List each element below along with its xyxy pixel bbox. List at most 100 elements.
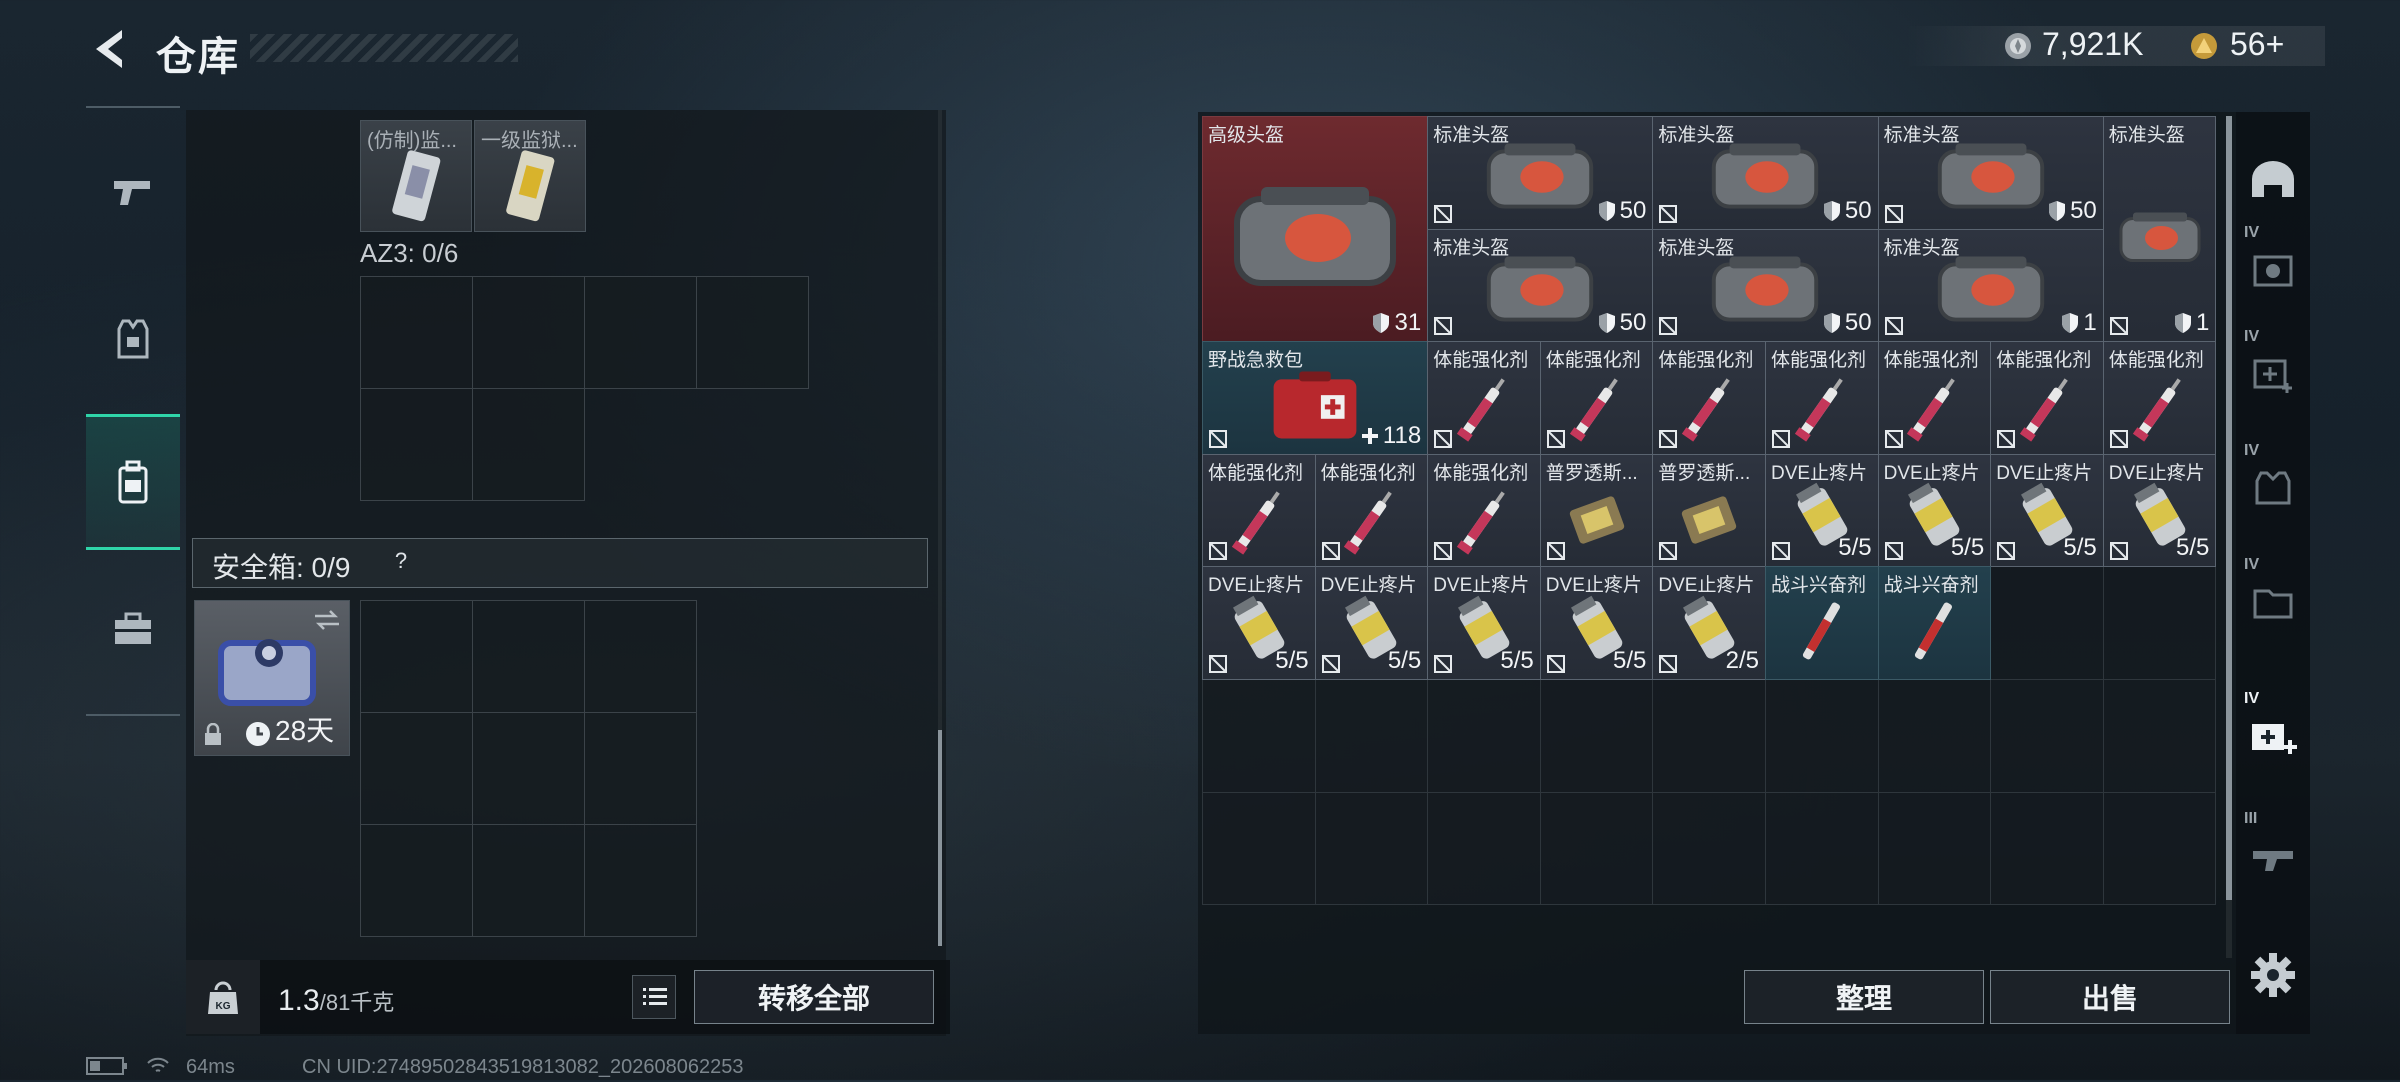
help-button[interactable]: ? — [386, 546, 416, 576]
warehouse-empty-slot[interactable] — [1990, 791, 2104, 906]
warehouse-empty-slot[interactable] — [1202, 791, 1316, 906]
warehouse-item[interactable]: 战斗兴奋剂 — [1765, 566, 1879, 680]
warehouse-item[interactable]: 体能强化剂 — [1765, 341, 1879, 455]
warehouse-empty-slot[interactable] — [1990, 679, 2104, 793]
item-name: 体能强化剂 — [1208, 462, 1304, 484]
tab-tier-iv-5[interactable]: IV — [2236, 686, 2310, 786]
warehouse-empty-slot[interactable] — [2102, 566, 2217, 680]
warehouse-item[interactable]: DVE止疼片 5/5 — [1877, 453, 1992, 568]
warehouse-empty-slot[interactable] — [1652, 791, 1766, 906]
warehouse-item[interactable]: DVE止疼片 5/5 — [1427, 566, 1541, 680]
warehouse-item[interactable]: 标准头盔 50 — [1652, 228, 1879, 343]
warehouse-item[interactable]: 标准头盔 1 — [1877, 228, 2104, 343]
category-backpack[interactable] — [86, 414, 180, 550]
warehouse-item[interactable]: 战斗兴奋剂 — [1877, 566, 1992, 680]
warehouse-empty-slot[interactable] — [1202, 679, 1316, 793]
backpack-item[interactable]: 一级监狱... — [474, 120, 586, 232]
item-value: 5/5 — [2063, 534, 2096, 562]
warehouse-empty-slot[interactable] — [1539, 791, 1654, 906]
tier-label: IV — [2244, 328, 2260, 345]
warehouse-item[interactable]: 普罗透斯... — [1539, 453, 1654, 568]
right-scrollbar-thumb[interactable] — [2226, 116, 2232, 900]
empty-slot[interactable] — [472, 824, 585, 937]
warehouse-empty-slot[interactable] — [1427, 791, 1541, 906]
warehouse-item[interactable]: DVE止疼片 2/5 — [1652, 566, 1766, 680]
back-icon[interactable] — [86, 24, 136, 74]
safe-box-item[interactable]: 28天 — [194, 600, 350, 756]
silver-coin-icon — [2005, 33, 2031, 59]
empty-slot[interactable] — [584, 600, 697, 713]
tab-all[interactable] — [2236, 130, 2310, 230]
warehouse-item[interactable]: DVE止疼片 5/5 — [2102, 453, 2217, 568]
empty-slot[interactable] — [472, 276, 585, 389]
warehouse-item[interactable]: 体能强化剂 — [1877, 341, 1992, 455]
warehouse-item[interactable]: 体能强化剂 — [2102, 341, 2217, 455]
kettlebell-icon: KG — [208, 981, 238, 1014]
warehouse-item[interactable]: 野战急救包 118 — [1202, 341, 1429, 455]
warehouse-empty-slot[interactable] — [1765, 679, 1879, 793]
warehouse-empty-slot[interactable] — [1314, 679, 1429, 793]
warehouse-item[interactable]: 标准头盔 50 — [1427, 116, 1654, 230]
warehouse-item[interactable]: 体能强化剂 — [1314, 453, 1429, 568]
warehouse-item[interactable]: 体能强化剂 — [1990, 341, 2104, 455]
warehouse-item[interactable]: DVE止疼片 5/5 — [1765, 453, 1879, 568]
warehouse-empty-slot[interactable] — [2102, 791, 2217, 906]
sort-button[interactable]: 整理 — [1744, 970, 1984, 1024]
empty-slot[interactable] — [584, 276, 697, 389]
warehouse-empty-slot[interactable] — [1990, 566, 2104, 680]
category-weapons[interactable] — [86, 126, 180, 256]
empty-slot[interactable] — [696, 276, 809, 389]
warehouse-empty-slot[interactable] — [1765, 791, 1879, 906]
warehouse-item[interactable]: 体能强化剂 — [1652, 341, 1766, 455]
warehouse-item[interactable]: 体能强化剂 — [1427, 341, 1541, 455]
warehouse-item[interactable]: 标准头盔 50 — [1427, 228, 1654, 343]
tab-tier-iv-2[interactable]: IV — [2236, 324, 2310, 424]
empty-slot[interactable] — [584, 824, 697, 937]
warehouse-empty-slot[interactable] — [1877, 679, 1992, 793]
left-scrollbar-thumb[interactable] — [938, 730, 942, 946]
warehouse-empty-slot[interactable] — [1652, 679, 1766, 793]
empty-slot[interactable] — [360, 276, 473, 389]
shield-icon — [1823, 200, 1840, 221]
settings-gear-icon[interactable] — [2248, 950, 2298, 1000]
transfer-all-button[interactable]: 转移全部 — [694, 970, 934, 1024]
warehouse-item[interactable]: 普罗透斯... — [1652, 453, 1766, 568]
tab-tier-iv-4[interactable]: IV — [2236, 552, 2310, 652]
gold-currency-amount[interactable]: 56+ — [2230, 26, 2284, 63]
list-view-button[interactable] — [632, 975, 676, 1019]
warehouse-item[interactable]: 高级头盔 31 — [1202, 116, 1429, 343]
warehouse-empty-slot[interactable] — [2102, 679, 2217, 793]
empty-slot[interactable] — [360, 388, 473, 501]
empty-slot[interactable] — [472, 388, 585, 501]
warehouse-empty-slot[interactable] — [1427, 679, 1541, 793]
tab-tier-iv-3[interactable]: IV — [2236, 438, 2310, 538]
warehouse-item[interactable]: 体能强化剂 — [1427, 453, 1541, 568]
empty-slot[interactable] — [584, 712, 697, 825]
warehouse-item[interactable]: 标准头盔 50 — [1877, 116, 2104, 230]
warehouse-empty-slot[interactable] — [1877, 791, 1992, 906]
backpack-icon — [118, 460, 148, 504]
item-name: 标准头盔 — [1433, 125, 1510, 146]
warehouse-item[interactable]: 标准头盔 50 — [1652, 116, 1879, 230]
warehouse-empty-slot[interactable] — [1539, 679, 1654, 793]
warehouse-item[interactable]: 体能强化剂 — [1539, 341, 1654, 455]
warehouse-item[interactable]: DVE止疼片 5/5 — [1990, 453, 2104, 568]
backpack-item[interactable]: (仿制)监... — [360, 120, 472, 232]
category-toolbox[interactable] — [86, 564, 180, 694]
warehouse-item[interactable]: DVE止疼片 5/5 — [1202, 566, 1316, 680]
item-name: DVE止疼片 — [1771, 462, 1868, 484]
empty-slot[interactable] — [472, 600, 585, 713]
warehouse-item[interactable]: 体能强化剂 — [1202, 453, 1316, 568]
empty-slot[interactable] — [360, 600, 473, 713]
category-armor[interactable] — [86, 274, 180, 404]
empty-slot[interactable] — [360, 824, 473, 937]
sell-button[interactable]: 出售 — [1990, 970, 2230, 1024]
warehouse-item[interactable]: 标准头盔 1 — [2102, 116, 2217, 343]
warehouse-item[interactable]: DVE止疼片 5/5 — [1539, 566, 1654, 680]
warehouse-item[interactable]: DVE止疼片 5/5 — [1314, 566, 1429, 680]
empty-slot[interactable] — [360, 712, 473, 825]
empty-slot[interactable] — [472, 712, 585, 825]
warehouse-empty-slot[interactable] — [1314, 791, 1429, 906]
tab-tier-iv-1[interactable]: IV — [2236, 220, 2310, 320]
tab-tier-iii[interactable]: III — [2236, 806, 2310, 906]
